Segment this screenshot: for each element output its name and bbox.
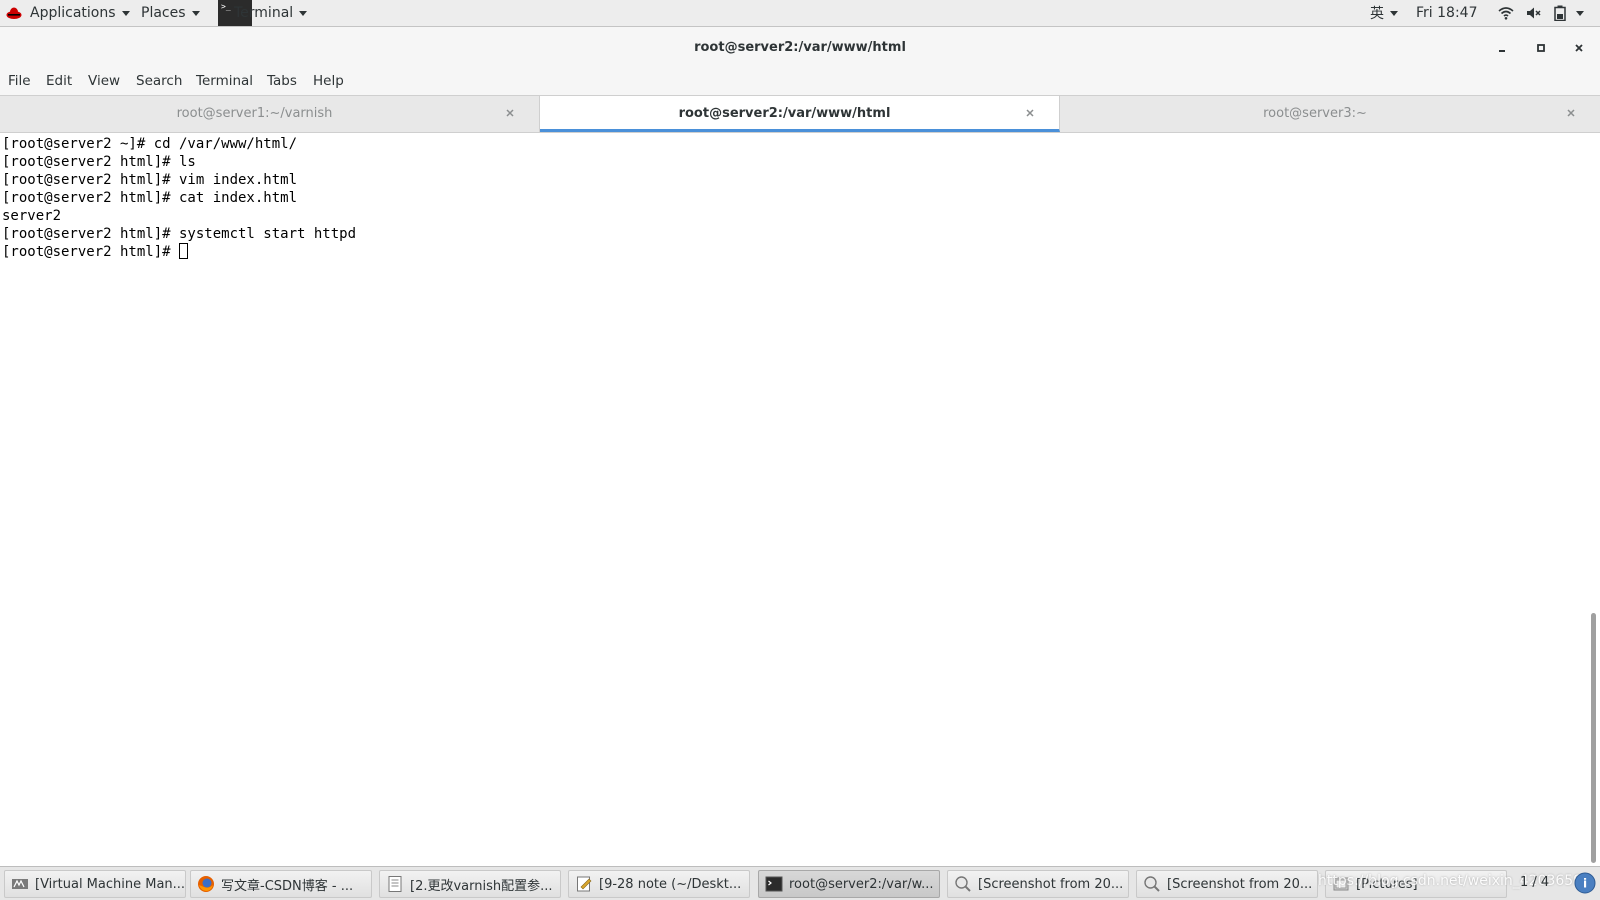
task-firefox[interactable]: 写文章-CSDN博客 - ... xyxy=(190,870,372,898)
task-text-editor[interactable]: [9-28 note (~/Deskt... xyxy=(568,870,750,898)
minimize-icon xyxy=(1497,43,1507,53)
top-panel: Applications Places >_ Terminal 英 Fri 18… xyxy=(0,0,1600,27)
task-label: [9-28 note (~/Deskt... xyxy=(599,876,742,892)
terminal-line: server2 xyxy=(2,208,62,224)
terminal-app-menu[interactable]: >_ Terminal xyxy=(218,0,308,26)
document-icon xyxy=(386,875,404,893)
close-icon xyxy=(1574,43,1584,53)
task-screenshot-2[interactable]: [Screenshot from 20... xyxy=(1136,870,1318,898)
close-icon xyxy=(503,106,517,120)
tab-label: root@server2:/var/www/html xyxy=(678,106,891,121)
menu-tabs[interactable]: Tabs xyxy=(267,73,297,89)
task-screenshot-1[interactable]: [Screenshot from 20... xyxy=(947,870,1129,898)
tab-server3[interactable]: root@server3:~ xyxy=(1060,96,1600,132)
menu-terminal[interactable]: Terminal xyxy=(196,73,253,89)
terminal-output[interactable]: [root@server2 ~]# cd /var/www/html/ [roo… xyxy=(0,133,1588,866)
tab-close-button[interactable] xyxy=(503,106,517,120)
terminal-icon xyxy=(765,875,783,893)
close-icon xyxy=(1023,106,1037,120)
maximize-icon xyxy=(1536,43,1546,53)
tab-label: root@server1:~/varnish xyxy=(176,106,333,121)
menu-view[interactable]: View xyxy=(88,73,120,89)
chevron-down-icon xyxy=(1576,10,1584,16)
redhat-logo-icon xyxy=(6,6,22,20)
tab-label: root@server3:~ xyxy=(1263,106,1367,121)
window-title: root@server2:/var/www/html xyxy=(694,40,906,55)
notification-icon[interactable]: i xyxy=(1574,872,1596,894)
window-titlebar[interactable]: root@server2:/var/www/html xyxy=(0,27,1600,69)
terminal-line: [root@server2 html]# systemctl start htt… xyxy=(2,226,357,242)
task-label: [Screenshot from 20... xyxy=(1167,876,1313,892)
menu-help[interactable]: Help xyxy=(313,73,344,89)
task-label: [Screenshot from 20... xyxy=(978,876,1124,892)
scrollbar-thumb[interactable] xyxy=(1591,613,1596,863)
firefox-icon xyxy=(197,875,215,893)
clock-label: Fri 18:47 xyxy=(1416,5,1478,21)
task-virtual-machine-manager[interactable]: [Virtual Machine Man... xyxy=(4,870,186,898)
terminal-line: [root@server2 html]# cat index.html xyxy=(2,190,298,206)
image-viewer-icon xyxy=(954,875,972,893)
terminal-scrollbar[interactable] xyxy=(1588,133,1600,866)
chevron-down-icon xyxy=(121,10,130,16)
applications-label: Applications xyxy=(30,5,116,21)
chevron-down-icon xyxy=(1390,10,1398,16)
taskbar: [Virtual Machine Man... 写文章-CSDN博客 - ...… xyxy=(0,866,1600,900)
task-label: root@server2:/var/w... xyxy=(789,876,934,892)
tab-bar: root@server1:~/varnish root@server2:/var… xyxy=(0,95,1600,133)
close-icon xyxy=(1564,106,1578,120)
svg-text:>_: >_ xyxy=(221,2,231,11)
svg-text:i: i xyxy=(1583,877,1587,891)
tab-server1[interactable]: root@server1:~/varnish xyxy=(0,96,540,132)
tab-close-button[interactable] xyxy=(1564,106,1578,120)
vm-manager-icon xyxy=(11,875,29,893)
terminal-line: [root@server2 ~]# cd /var/www/html/ xyxy=(2,136,298,152)
wifi-icon xyxy=(1498,6,1514,20)
watermark-text: https://blog.csdn.net/weixin_42036590 xyxy=(1318,873,1592,889)
terminal-cursor xyxy=(179,243,189,259)
menu-search[interactable]: Search xyxy=(136,73,182,89)
chevron-down-icon xyxy=(299,10,308,16)
menu-file[interactable]: File xyxy=(8,73,31,89)
task-label: 写文章-CSDN博客 - ... xyxy=(221,878,354,894)
menu-bar: File Edit View Search Terminal Tabs Help xyxy=(0,69,1600,95)
places-menu[interactable]: Places xyxy=(141,0,200,26)
workspace-indicator[interactable]: 1 / 4 xyxy=(1520,875,1549,890)
task-document[interactable]: [2.更改varnish配置参... xyxy=(379,870,561,898)
status-area[interactable] xyxy=(1498,0,1584,26)
task-terminal[interactable]: root@server2:/var/w... xyxy=(758,870,940,898)
chevron-down-icon xyxy=(191,10,200,16)
battery-icon xyxy=(1554,5,1566,21)
maximize-button[interactable] xyxy=(1531,38,1551,58)
task-label: [Virtual Machine Man... xyxy=(35,876,186,892)
clock[interactable]: Fri 18:47 xyxy=(1416,0,1477,26)
tab-server2[interactable]: root@server2:/var/www/html xyxy=(540,96,1060,132)
menu-edit[interactable]: Edit xyxy=(46,73,72,89)
tab-close-button[interactable] xyxy=(1023,106,1037,120)
text-editor-icon xyxy=(575,875,593,893)
volume-icon xyxy=(1526,6,1542,20)
applications-menu[interactable]: Applications xyxy=(6,0,130,26)
places-label: Places xyxy=(141,5,186,21)
input-method-indicator[interactable]: 英 xyxy=(1370,0,1398,26)
terminal-line: [root@server2 html]# ls xyxy=(2,154,196,170)
terminal-app-label: Terminal xyxy=(234,5,294,21)
input-method-label: 英 xyxy=(1370,6,1384,22)
image-viewer-icon xyxy=(1143,875,1161,893)
minimize-button[interactable] xyxy=(1492,38,1512,58)
close-window-button[interactable] xyxy=(1569,38,1589,58)
terminal-prompt: [root@server2 html]# xyxy=(2,244,180,260)
terminal-prompt-line[interactable]: [root@server2 html]# xyxy=(2,243,189,261)
task-label: [2.更改varnish配置参... xyxy=(410,878,553,894)
terminal-line: [root@server2 html]# vim index.html xyxy=(2,172,298,188)
